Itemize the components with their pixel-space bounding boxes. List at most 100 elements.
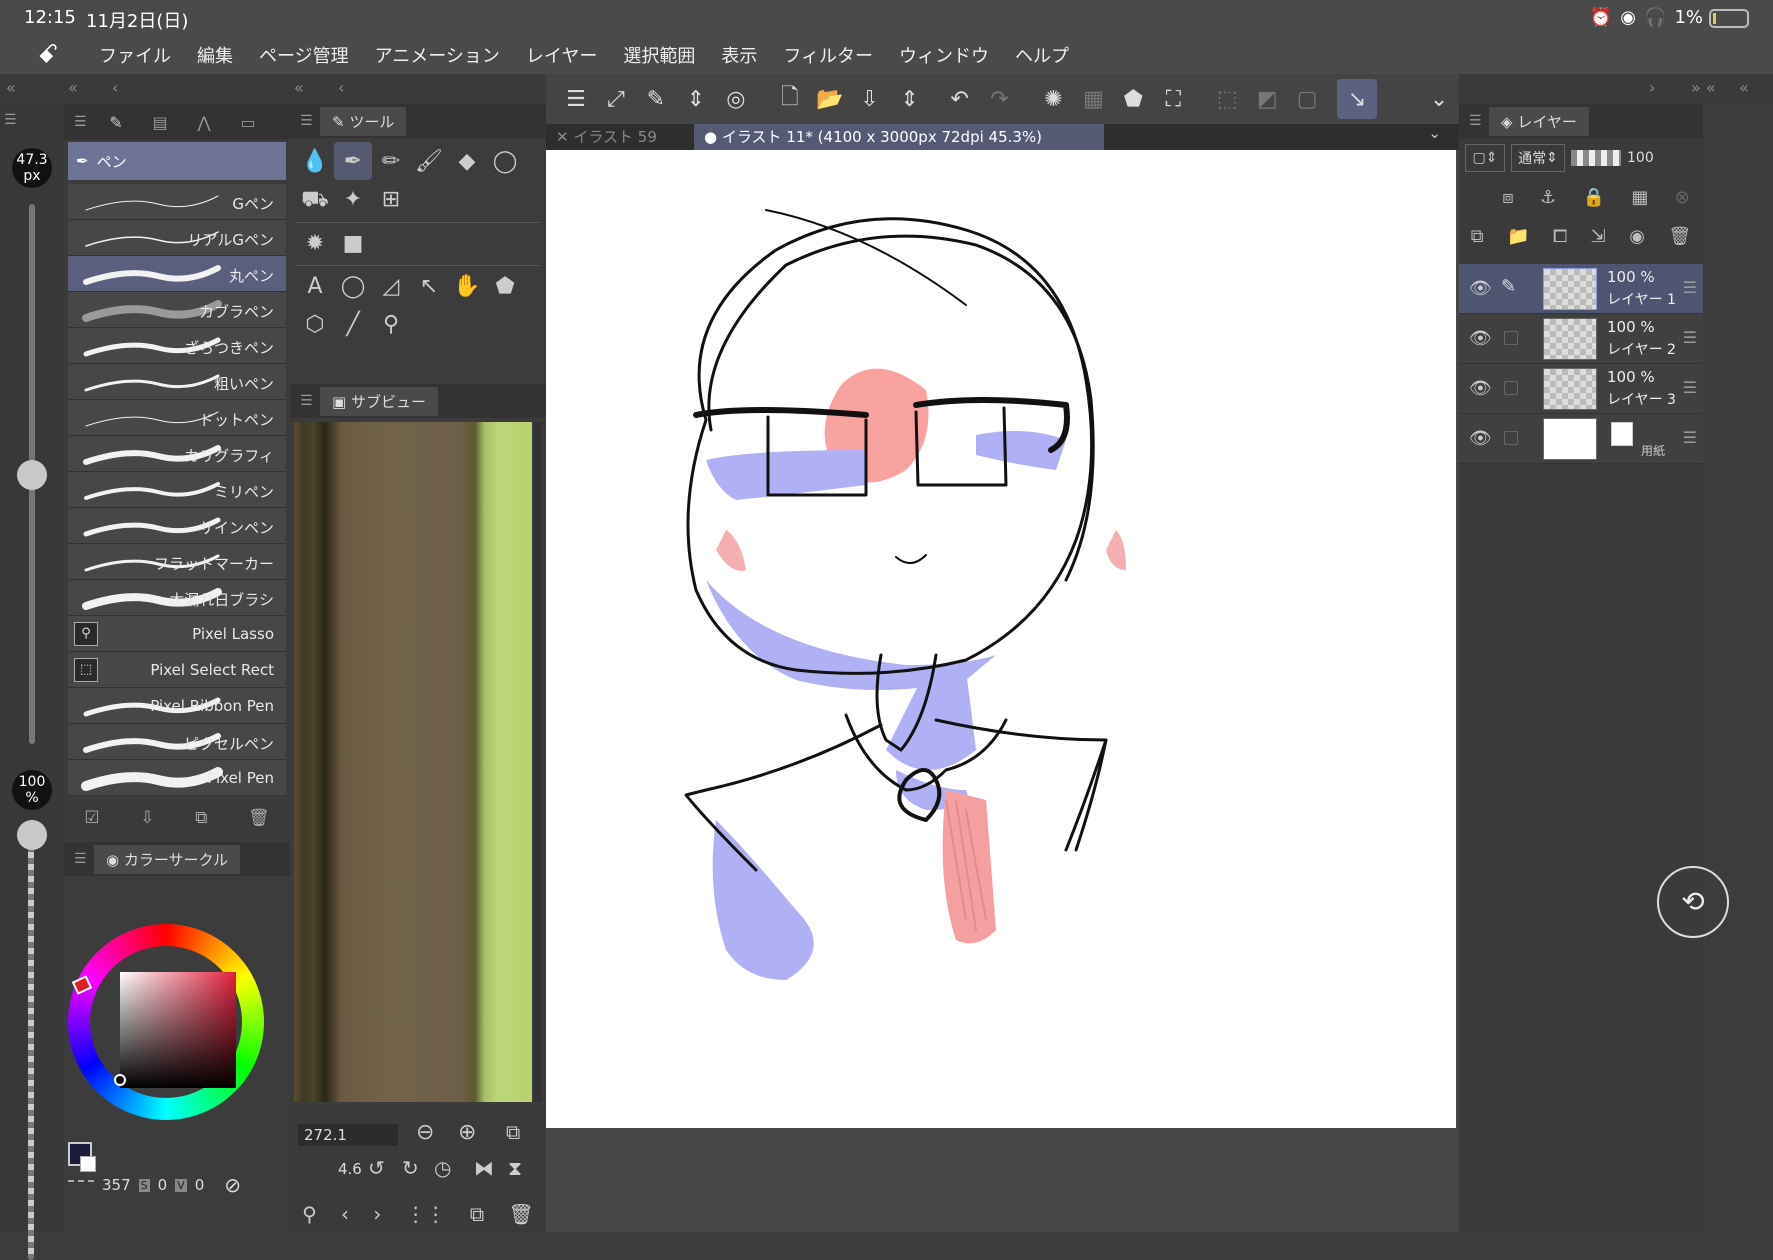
tab-tool[interactable]: ✎ ツール	[320, 106, 407, 136]
eye-icon[interactable]: 👁	[1469, 278, 1492, 299]
tab-brush-icon[interactable]: ⋀	[182, 113, 226, 132]
opacity-slider[interactable]	[28, 830, 34, 1260]
sub-view-scrollbar[interactable]	[534, 422, 542, 1102]
eye-icon[interactable]: 👁	[1469, 378, 1492, 399]
brush-item[interactable]: Pixel Pen	[68, 760, 286, 796]
layer-mask-icon[interactable]: ◉	[1629, 226, 1645, 247]
expand-right-icon[interactable]: » «	[1691, 78, 1716, 97]
menu-animation[interactable]: アニメーション	[362, 42, 513, 68]
chevron-right-icon[interactable]: ›	[1649, 78, 1655, 97]
transparent-color-icon[interactable]: ⊘	[224, 1173, 241, 1197]
delete-layer-icon[interactable]: 🗑	[1668, 226, 1691, 247]
fill-tool-icon[interactable]: ⬟	[486, 268, 524, 306]
brush-item[interactable]: ドットペン	[68, 400, 286, 436]
panel-menu-icon[interactable]: ☰	[64, 851, 94, 867]
undo-icon[interactable]: ↶	[940, 79, 980, 119]
import-icon[interactable]: ⇩	[140, 808, 154, 828]
menu-icon[interactable]: ☰	[556, 79, 596, 119]
panel-menu-icon[interactable]: ☰	[290, 113, 320, 129]
sub-tool-settings-icon[interactable]: ☑	[84, 808, 99, 828]
opacity-bar[interactable]	[1571, 150, 1621, 166]
layer-checkbox[interactable]	[1504, 431, 1518, 445]
chevron-left-icon[interactable]: ‹	[338, 78, 344, 97]
layer-menu-icon[interactable]: ☰	[1683, 278, 1697, 297]
brush-item[interactable]: ⚲ Pixel Lasso	[68, 616, 286, 652]
sv-marker[interactable]	[114, 1074, 126, 1086]
layer-row-paper[interactable]: 👁 用紙 ☰	[1459, 414, 1703, 464]
lock-icon[interactable]: 🔒	[1583, 187, 1605, 208]
brush-item[interactable]: 木漏れ日ブラシ	[68, 580, 286, 616]
rotate-right-icon[interactable]: ↻	[402, 1156, 419, 1180]
eye-icon[interactable]: 👁	[1469, 428, 1492, 449]
lasso-tool-icon[interactable]: ◯	[486, 142, 524, 180]
lock-transparency-icon[interactable]: ▦	[1631, 187, 1648, 208]
layer-checkbox[interactable]	[1504, 331, 1518, 345]
fit-canvas-icon[interactable]: ⤢	[596, 79, 636, 119]
reference-icon[interactable]: ⚓	[1540, 187, 1556, 208]
collapse-tool-icon[interactable]: «	[294, 78, 304, 97]
sub-color-swatch[interactable]	[80, 1156, 96, 1172]
balloon-tool-icon[interactable]: ◯	[334, 268, 372, 306]
tab-document-active[interactable]: ● イラスト 11* (4100 x 3000px 72dpi 45.3%)	[694, 124, 1104, 150]
grid-tool-icon[interactable]: ⊞	[372, 180, 410, 218]
brush-size-knob[interactable]	[17, 460, 47, 490]
tab-sub-view[interactable]: ▣ サブビュー	[320, 386, 438, 416]
duplicate-icon[interactable]: ⧉	[195, 808, 207, 828]
brush-item[interactable]: カリグラフィ	[68, 436, 286, 472]
layer-menu-icon[interactable]: ☰	[1683, 378, 1697, 397]
brush-item[interactable]: ざらつきペン	[68, 328, 286, 364]
menu-filter[interactable]: フィルター	[770, 42, 886, 68]
redo-icon[interactable]: ↷	[980, 79, 1020, 119]
flip-horizontal-icon[interactable]: ⧓	[474, 1156, 494, 1180]
hand-tool-icon[interactable]: ✋	[448, 268, 486, 306]
fit-screen-icon[interactable]: ⧉	[506, 1120, 520, 1144]
menu-window[interactable]: ウィンドウ	[886, 42, 1002, 68]
merge-down-icon[interactable]: ⇲	[1591, 226, 1606, 247]
app-logo-icon[interactable]: ꗃ	[24, 40, 72, 70]
brush-item[interactable]: 丸ペン	[68, 256, 286, 292]
trash-icon[interactable]: 🗑	[508, 1202, 533, 1226]
effect-line-icon[interactable]: ✹	[296, 225, 334, 263]
brush-item[interactable]: ミリペン	[68, 472, 286, 508]
3d-tool-icon[interactable]: ⬡	[296, 306, 334, 344]
new-raster-layer-icon[interactable]: ⧉	[1471, 226, 1484, 247]
loading-icon[interactable]: ✺	[1033, 79, 1073, 119]
color-mode-icon[interactable]	[68, 1180, 94, 1190]
scroll2-icon[interactable]: ⇕	[890, 79, 930, 119]
tab-document-inactive[interactable]: ✕ イラスト 59	[546, 124, 692, 150]
scroll-icon[interactable]: ⇕	[676, 79, 716, 119]
brush-item[interactable]: リアルGペン	[68, 220, 286, 256]
rotate-left-icon[interactable]: ↺	[368, 1156, 385, 1180]
tab-layer[interactable]: ◈ レイヤー	[1489, 106, 1589, 136]
panel-menu-icon[interactable]: ☰	[64, 114, 94, 130]
blend-mode-select[interactable]: 通常 ⇕	[1511, 144, 1565, 172]
mask-toggle-icon[interactable]: ⊗	[1675, 187, 1690, 208]
transform-icon[interactable]: ⛶	[1153, 79, 1193, 119]
trash-icon[interactable]: 🗑	[248, 808, 270, 828]
eraser-tool-icon[interactable]: ◆	[448, 142, 486, 180]
new-folder-icon[interactable]: 📁	[1507, 226, 1529, 247]
pen-tool-icon[interactable]: ✒	[334, 142, 372, 180]
brush-item[interactable]: サインペン	[68, 508, 286, 544]
menu-file[interactable]: ファイル	[86, 42, 184, 68]
chevron-down-icon[interactable]: ⌄	[1419, 79, 1459, 119]
layer-menu-icon[interactable]: ☰	[1683, 428, 1697, 447]
text-tool-icon[interactable]: A	[296, 268, 334, 306]
next-icon[interactable]: ›	[373, 1202, 381, 1226]
menu-help[interactable]: ヘルプ	[1002, 42, 1082, 68]
fill-icon[interactable]: ⬟	[1113, 79, 1153, 119]
eye-icon[interactable]: 👁	[1469, 328, 1492, 349]
flip-vertical-icon[interactable]: ⧗	[508, 1156, 522, 1180]
collapse-brush-icon[interactable]: «	[68, 78, 78, 97]
collapse-left-icon[interactable]: «	[6, 78, 16, 97]
zoom-in-icon[interactable]: ⊕	[458, 1120, 476, 1145]
zoom-field[interactable]: 272.1	[298, 1124, 398, 1146]
menu-selection[interactable]: 選択範囲	[610, 42, 708, 68]
brush-item[interactable]: ⬚ Pixel Select Rect	[68, 652, 286, 688]
blend-tool-icon[interactable]: 💧	[296, 142, 334, 180]
airbrush-tool-icon[interactable]: ⛟	[296, 182, 334, 220]
new-file-icon[interactable]: 🗋	[770, 79, 810, 119]
copy-layer-icon[interactable]: ⧠	[1553, 226, 1567, 247]
pencil-tool-icon[interactable]: ✏	[372, 142, 410, 180]
brush-item[interactable]: Pixel Ribbon Pen	[68, 688, 286, 724]
